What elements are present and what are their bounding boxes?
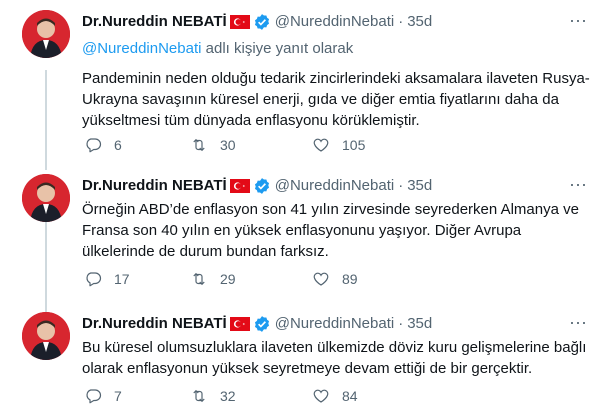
reply-count: 6 bbox=[114, 137, 122, 153]
like-count: 89 bbox=[342, 271, 358, 287]
like-count: 84 bbox=[342, 388, 358, 404]
avatar[interactable] bbox=[22, 312, 70, 360]
reply-mention-link[interactable]: @NureddinNebati bbox=[82, 40, 201, 57]
tweet-text-line: olarak enflasyonun yüksek seyretmeye dev… bbox=[82, 360, 533, 377]
tweet-actions: 17 29 89 bbox=[82, 270, 582, 290]
more-icon[interactable]: ··· bbox=[568, 313, 588, 336]
reply-button[interactable]: 17 bbox=[84, 270, 130, 288]
tweet-text: Bu küresel olumsuzluklara ilaveten ülkem… bbox=[82, 337, 592, 379]
like-button[interactable]: 89 bbox=[312, 270, 358, 288]
like-count: 105 bbox=[342, 137, 366, 153]
tweet-timestamp[interactable]: 35d bbox=[407, 13, 432, 31]
avatar[interactable] bbox=[22, 10, 70, 58]
author-handle[interactable]: @NureddinNebati bbox=[275, 13, 394, 31]
author-name[interactable]: Dr.Nureddin NEBATİ bbox=[82, 177, 227, 195]
tweet-text-line: Pandeminin neden olduğu tedarik zincirle… bbox=[82, 70, 590, 87]
like-button[interactable]: 84 bbox=[312, 387, 358, 405]
verified-badge-icon bbox=[254, 316, 269, 332]
reply-icon bbox=[86, 389, 102, 404]
retweet-count: 29 bbox=[220, 271, 236, 287]
tweet-text-line: yükseltmesi tüm dünyada enflasyonu körük… bbox=[82, 112, 420, 129]
retweet-count: 32 bbox=[220, 388, 236, 404]
turkey-flag-icon bbox=[229, 317, 250, 331]
more-icon[interactable]: ··· bbox=[568, 11, 588, 34]
tweet-actions: 7 32 84 bbox=[82, 387, 582, 407]
reply-count: 17 bbox=[114, 271, 130, 287]
retweet-button[interactable]: 29 bbox=[190, 270, 236, 288]
reply-context-text: adlı kişiye yanıt olarak bbox=[201, 40, 354, 57]
reply-context: @NureddinNebati adlı kişiye yanıt olarak bbox=[82, 40, 353, 58]
verified-badge-icon bbox=[254, 178, 269, 194]
tweet-text-line: Örneğin ABD’de enflasyon son 41 yılın zi… bbox=[82, 201, 579, 218]
retweet-icon bbox=[193, 272, 205, 286]
verified-badge-icon bbox=[254, 14, 269, 30]
retweet-count: 30 bbox=[220, 137, 236, 153]
turkey-flag-icon bbox=[229, 15, 250, 29]
tweet-text-line: Ukrayna savaşının küresel enerji, gıda v… bbox=[82, 91, 559, 108]
turkey-flag-icon bbox=[229, 179, 250, 193]
author-name[interactable]: Dr.Nureddin NEBATİ bbox=[82, 315, 227, 333]
author-name[interactable]: Dr.Nureddin NEBATİ bbox=[82, 13, 227, 31]
reply-count: 7 bbox=[114, 388, 122, 404]
reply-icon bbox=[86, 272, 102, 287]
heart-icon bbox=[313, 272, 329, 286]
author-handle[interactable]: @NureddinNebati bbox=[275, 177, 394, 195]
tweet-text-line: Bu küresel olumsuzluklara ilaveten ülkem… bbox=[82, 339, 587, 356]
tweet[interactable]: Dr.Nureddin NEBATİ @NureddinNebati · 35d… bbox=[0, 152, 602, 296]
more-icon[interactable]: ··· bbox=[568, 175, 588, 198]
heart-icon bbox=[313, 389, 329, 403]
tweet-text-line: Fransa son 40 yılın en yüksek enflasyonu… bbox=[82, 222, 522, 239]
tweet[interactable]: Dr.Nureddin NEBATİ @NureddinNebati · 35d… bbox=[0, 0, 602, 153]
author-handle[interactable]: @NureddinNebati bbox=[275, 315, 394, 333]
tweet-text-line: ülkelerinde de durum bundan farksız. bbox=[82, 243, 329, 260]
separator-dot: · bbox=[398, 315, 404, 332]
tweet-timestamp[interactable]: 35d bbox=[407, 177, 432, 195]
reply-button[interactable]: 7 bbox=[84, 387, 122, 405]
separator-dot: · bbox=[398, 13, 404, 30]
tweet-text: Pandeminin neden olduğu tedarik zincirle… bbox=[82, 68, 592, 131]
separator-dot: · bbox=[398, 177, 404, 194]
avatar[interactable] bbox=[22, 174, 70, 222]
tweet[interactable]: Dr.Nureddin NEBATİ @NureddinNebati · 35d… bbox=[0, 296, 602, 412]
retweet-icon bbox=[193, 389, 205, 403]
retweet-button[interactable]: 32 bbox=[190, 387, 236, 405]
tweet-timestamp[interactable]: 35d bbox=[407, 315, 432, 333]
tweet-text: Örneğin ABD’de enflasyon son 41 yılın zi… bbox=[82, 199, 592, 262]
